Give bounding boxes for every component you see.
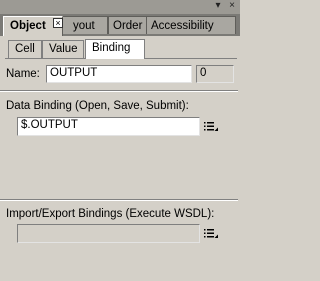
data-binding-label: Data Binding (Open, Save, Submit): [6, 100, 189, 112]
subtab-cell-label: Cell [15, 43, 35, 55]
subtab-binding[interactable]: Binding [85, 39, 145, 59]
list-dropdown-icon[interactable] [204, 122, 218, 132]
name-field[interactable]: OUTPUT [46, 65, 192, 83]
subtab-value-label: Value [49, 43, 78, 55]
subtab-binding-label: Binding [92, 42, 131, 54]
object-tab-content: Cell Value Binding Name: OUTPUT 0 Data B… [0, 36, 240, 281]
subtab-cell[interactable]: Cell [8, 40, 42, 58]
section-divider [0, 90, 238, 92]
import-export-field [17, 224, 200, 243]
name-count-field: 0 [196, 65, 234, 83]
panel-title-bar: ▾ × [0, 0, 240, 14]
data-binding-field[interactable]: $.OUTPUT [17, 117, 200, 136]
list-dropdown-icon[interactable] [204, 229, 218, 239]
tab-object-label: Object [10, 20, 46, 32]
tab-accessibility[interactable]: Accessibility [146, 16, 236, 34]
close-icon[interactable]: × [53, 18, 63, 28]
tab-layout[interactable]: yout [62, 16, 108, 34]
tab-border-label: Order [113, 20, 143, 32]
panel-close-icon[interactable]: × [226, 0, 238, 12]
section-divider [0, 199, 238, 201]
panel-menu-icon[interactable]: ▾ [212, 0, 224, 12]
tab-accessibility-label: Accessibility [151, 20, 214, 32]
tab-layout-label: yout [73, 20, 95, 32]
name-label: Name: [6, 68, 40, 80]
import-export-label: Import/Export Bindings (Execute WSDL): [6, 208, 215, 220]
main-tab-bar: Object × yout Order Accessibility [0, 14, 240, 36]
subtab-value[interactable]: Value [42, 40, 84, 58]
